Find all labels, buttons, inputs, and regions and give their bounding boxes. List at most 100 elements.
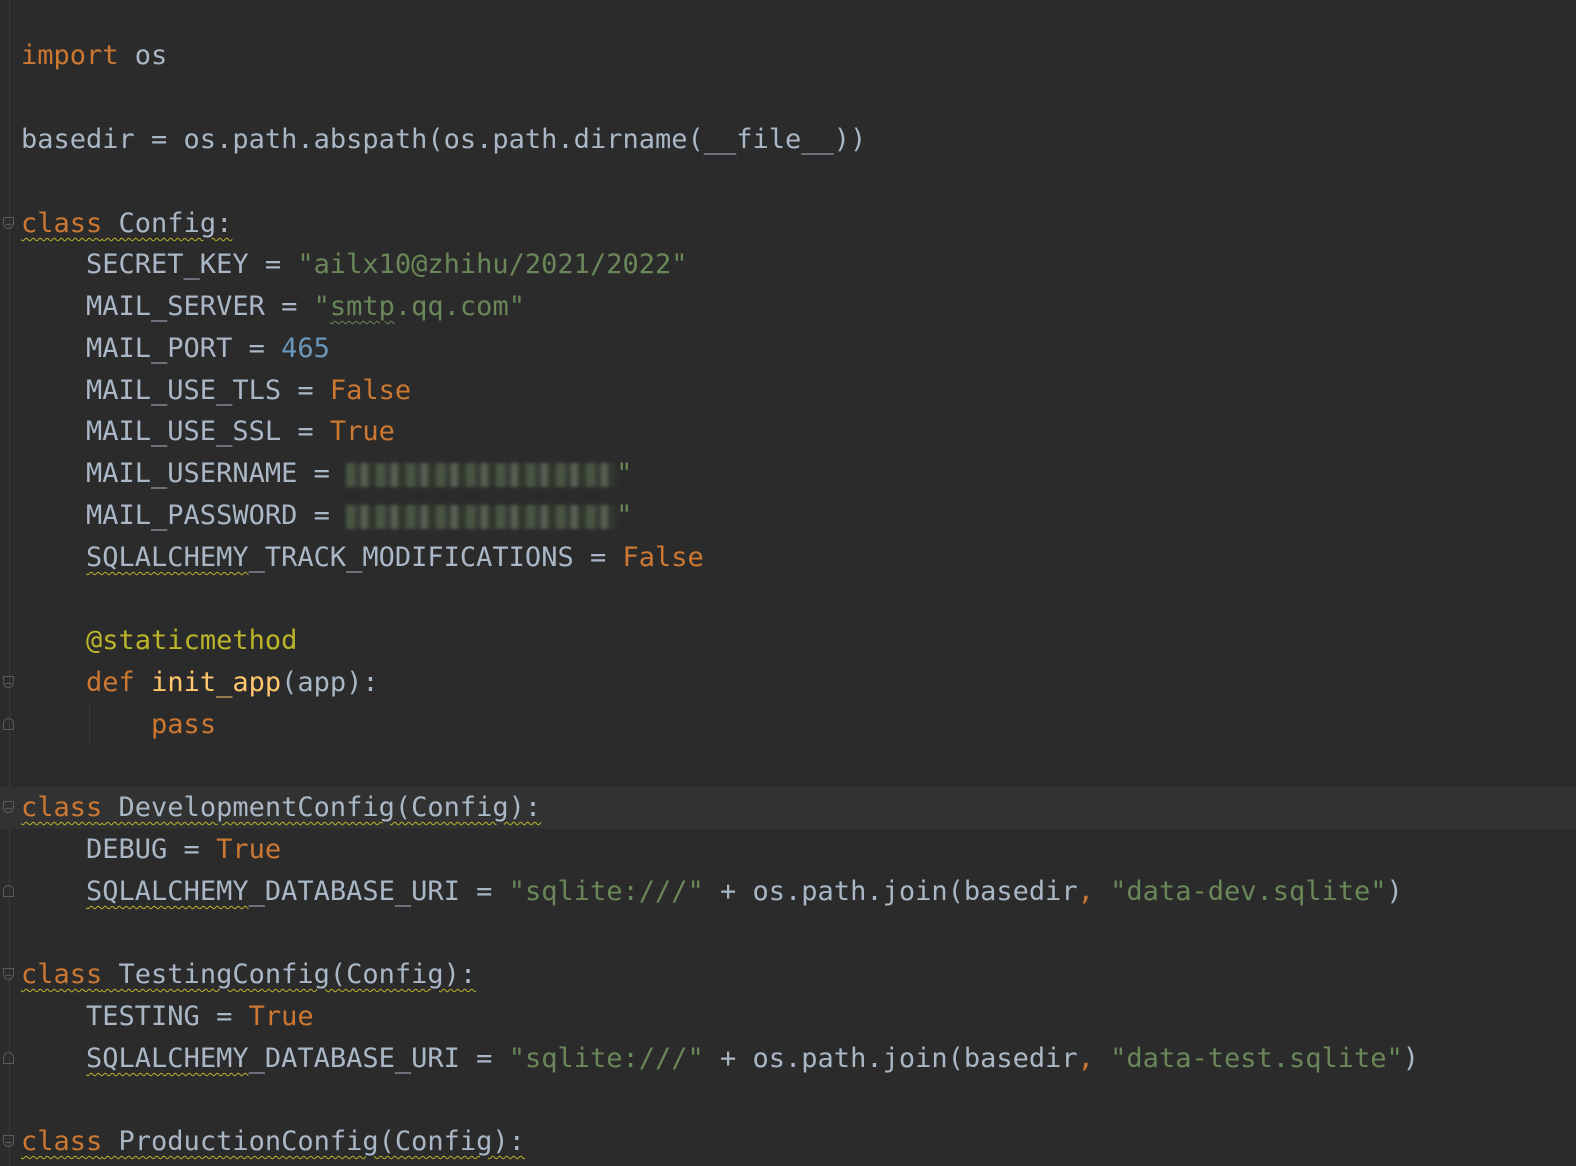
code-token: ): [1402, 1043, 1420, 1074]
code-line[interactable]: SQLALCHEMY_TRACK_MODIFICATIONS = False: [0, 537, 1576, 579]
code-text: MAIL_PASSWORD = ": [21, 495, 632, 537]
code-line[interactable]: import os: [0, 35, 1576, 77]
code-line[interactable]: MAIL_PORT = 465: [0, 328, 1576, 370]
code-line[interactable]: MAIL_USE_SSL = True: [0, 411, 1576, 453]
code-token: ProductionConfig(Config):: [102, 1126, 525, 1157]
fold-end-icon[interactable]: [3, 885, 14, 897]
fold-end-icon[interactable]: [3, 1052, 14, 1064]
code-token: MAIL_USERNAME =: [21, 458, 347, 489]
code-token: 465: [281, 333, 330, 364]
code-token: _TRACK_MODIFICATIONS =: [248, 542, 623, 573]
code-token: + os.path.join(basedir: [703, 876, 1078, 907]
code-text: SQLALCHEMY_TRACK_MODIFICATIONS = False: [21, 537, 704, 579]
code-text: MAIL_USERNAME = ": [21, 453, 632, 495]
code-token: class: [21, 208, 103, 239]
code-token: ": [616, 500, 633, 531]
code-lines: import os basedir = os.path.abspath(os.pa…: [0, 0, 1576, 1166]
code-token: _DATABASE_URI =: [248, 1043, 509, 1074]
code-token: True: [248, 1001, 314, 1032]
code-line[interactable]: – class ProductionConfig(Config):: [0, 1121, 1576, 1163]
code-text: SQLALCHEMY_DATABASE_URI = "sqlite:///" +…: [21, 871, 1403, 913]
code-token: class: [21, 959, 103, 990]
code-token: "ailx10@zhihu/2021/2022": [297, 249, 688, 280]
fold-start-icon[interactable]: –: [3, 1135, 14, 1148]
code-token: "sqlite:///": [508, 1043, 704, 1074]
code-token: True: [329, 416, 395, 447]
code-editor[interactable]: import os basedir = os.path.abspath(os.pa…: [0, 0, 1576, 1166]
code-token: smtp: [329, 291, 395, 322]
code-token: ): [1386, 876, 1403, 907]
code-text: SQLALCHEMY_DATABASE_URI = "sqlite:///" +…: [21, 1038, 1419, 1080]
fold-start-icon[interactable]: –: [3, 217, 14, 230]
code-token: SECRET_KEY =: [21, 249, 298, 280]
code-line[interactable]: – def init_app(app):: [0, 662, 1576, 704]
code-text: basedir = os.path.abspath(os.path.dirnam…: [21, 119, 866, 161]
code-text: MAIL_USE_SSL = True: [21, 411, 395, 453]
code-line[interactable]: MAIL_USE_TLS = False: [0, 370, 1576, 412]
code-token: False: [329, 375, 412, 406]
code-line[interactable]: SQLALCHEMY_DATABASE_URI = "sqlite:///" +…: [0, 871, 1576, 913]
code-line[interactable]: – class Config:: [0, 203, 1576, 245]
code-line[interactable]: basedir = os.path.abspath(os.path.dirnam…: [0, 119, 1576, 161]
code-token: SQLALCHEMY: [86, 1043, 249, 1074]
code-token: MAIL_PASSWORD =: [21, 500, 347, 531]
code-text: DEBUG = True: [21, 829, 281, 871]
code-token: class: [21, 792, 103, 823]
code-token: basedir = os.path.abspath(os.path.dirnam…: [21, 124, 867, 155]
code-line[interactable]: MAIL_USERNAME = ": [0, 453, 1576, 495]
code-line[interactable]: MAIL_PASSWORD = ": [0, 495, 1576, 537]
code-token: ,: [1077, 876, 1094, 907]
code-line[interactable]: MAIL_SERVER = "smtp.qq.com": [0, 286, 1576, 328]
code-text: class Config:: [21, 203, 232, 245]
code-token: TestingConfig(Config):: [102, 959, 477, 990]
code-text: MAIL_PORT = 465: [21, 328, 330, 370]
code-line[interactable]: pass: [0, 704, 1576, 746]
code-token: + os.path.join(basedir: [703, 1043, 1078, 1074]
code-line[interactable]: – class TestingConfig(Config):: [0, 954, 1576, 996]
code-token: True: [216, 834, 282, 865]
code-text: @staticmethod: [21, 620, 297, 662]
code-line[interactable]: TESTING = True: [0, 996, 1576, 1038]
code-token: DevelopmentConfig(Config):: [102, 792, 542, 823]
code-token: "data-dev.sqlite": [1110, 876, 1387, 907]
redacted-value: [346, 504, 617, 529]
code-token: (app):: [281, 667, 379, 698]
code-token: import: [21, 40, 119, 71]
code-token: SQLALCHEMY: [86, 542, 249, 573]
code-token: DEBUG =: [21, 834, 217, 865]
code-token: False: [622, 542, 704, 573]
code-line[interactable]: SECRET_KEY = "ailx10@zhihu/2021/2022": [0, 244, 1576, 286]
code-token: MAIL_SERVER =: [21, 291, 314, 322]
code-text: class TestingConfig(Config):: [21, 954, 476, 996]
code-text: def init_app(app):: [21, 662, 379, 704]
redacted-value: [346, 462, 617, 487]
code-line[interactable]: – class DevelopmentConfig(Config):: [0, 787, 1576, 829]
code-token: .qq.com": [394, 291, 525, 322]
code-token: MAIL_USE_TLS =: [21, 375, 330, 406]
fold-start-icon[interactable]: –: [3, 676, 14, 689]
code-token: def: [86, 667, 135, 698]
code-token: MAIL_USE_SSL =: [21, 416, 330, 447]
fold-end-icon[interactable]: [3, 718, 14, 730]
code-line[interactable]: DEBUG = True: [0, 829, 1576, 871]
code-text: pass: [21, 704, 216, 746]
code-token: ": [313, 291, 330, 322]
fold-start-icon[interactable]: –: [3, 968, 14, 981]
fold-start-icon[interactable]: –: [3, 801, 14, 814]
code-token: os: [118, 40, 168, 71]
code-token: class: [21, 1126, 103, 1157]
code-token: Config:: [102, 208, 233, 239]
code-token: ,: [1077, 1043, 1094, 1074]
code-line[interactable]: SQLALCHEMY_DATABASE_URI = "sqlite:///" +…: [0, 1038, 1576, 1080]
code-token: @staticmethod: [86, 625, 298, 656]
code-token: "sqlite:///": [508, 876, 704, 907]
code-line[interactable]: @staticmethod: [0, 620, 1576, 662]
